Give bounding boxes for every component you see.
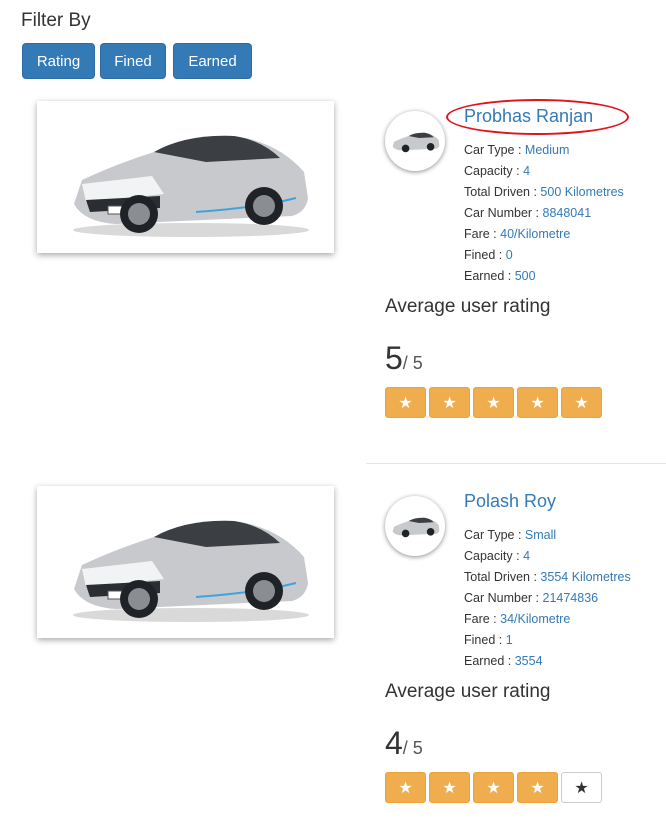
driver-name-link[interactable]: Polash Roy [464,491,556,512]
detail-value: Small [524,528,557,542]
rating-score: 5/ 5 [385,340,423,377]
detail-label: Car Type [464,143,515,157]
detail-earned: Earned : 500 [464,269,536,283]
filter-title: Filter By [21,10,91,31]
star-icon[interactable]: ★ [385,772,426,803]
detail-fare: Fare : 40/Kilometre [464,227,571,241]
detail-value: 40/Kilometre [500,227,571,241]
detail-label: Total Driven [464,570,530,584]
star-icon[interactable]: ★ [561,387,602,418]
rating-score: 4/ 5 [385,725,423,762]
detail-value: 500 Kilometres [540,185,624,199]
detail-label: Fare [464,227,490,241]
detail-value: 3554 Kilometres [540,570,631,584]
detail-value: 21474836 [542,591,599,605]
filter-earned-button[interactable]: Earned [173,43,252,79]
detail-capacity: Capacity : 4 [464,164,531,178]
star-icon[interactable]: ★ [385,387,426,418]
detail-value: 4 [523,549,531,563]
detail-value: 3554 [514,654,543,668]
average-rating-label: Average user rating [385,681,551,702]
detail-car-number: Car Number : 8848041 [464,206,592,220]
detail-total-driven: Total Driven : 3554 Kilometres [464,570,631,584]
avatar-car-image [392,517,440,538]
rating-max: / 5 [402,738,423,758]
detail-label: Car Type [464,528,515,542]
detail-label: Earned [464,269,505,283]
detail-label: Fined [464,633,496,647]
detail-value: 8848041 [542,206,592,220]
filter-rating-button[interactable]: Rating [22,43,95,79]
star-icon[interactable]: ★ [429,772,470,803]
filter-fined-button[interactable]: Fined [100,43,166,79]
detail-label: Fare [464,612,490,626]
rating-value: 5 [385,340,403,376]
star-icon[interactable]: ★ [473,387,514,418]
star-rating: ★ ★ ★ ★ ★ [385,772,602,803]
avatar-car-image [392,132,440,153]
detail-label: Earned [464,654,505,668]
star-icon[interactable]: ★ [473,772,514,803]
car-image-card [37,101,334,253]
detail-value: 500 [514,269,536,283]
detail-fare: Fare : 34/Kilometre [464,612,571,626]
star-icon[interactable]: ★ [517,387,558,418]
detail-value: Medium [524,143,570,157]
detail-value: 0 [505,248,513,262]
average-rating-label: Average user rating [385,296,551,317]
detail-car-type: Car Type : Medium [464,143,570,157]
detail-value: 34/Kilometre [500,612,571,626]
detail-fined: Fined : 0 [464,248,513,262]
detail-car-type: Car Type : Small [464,528,557,542]
detail-total-driven: Total Driven : 500 Kilometres [464,185,624,199]
detail-label: Fined [464,248,496,262]
detail-label: Capacity [464,549,513,563]
detail-label: Total Driven [464,185,530,199]
card-divider [366,463,666,464]
rating-max: / 5 [402,353,423,373]
detail-label: Car Number [464,206,533,220]
avatar [385,111,445,171]
name-highlight-circle [446,99,629,135]
star-icon[interactable]: ★ [517,772,558,803]
car-image [72,520,309,622]
detail-car-number: Car Number : 21474836 [464,591,599,605]
star-rating: ★ ★ ★ ★ ★ [385,387,602,418]
detail-label: Capacity [464,164,513,178]
car-image-card [37,486,334,638]
detail-value: 1 [505,633,513,647]
car-image [72,135,309,237]
detail-label: Car Number [464,591,533,605]
avatar [385,496,445,556]
detail-earned: Earned : 3554 [464,654,543,668]
rating-value: 4 [385,725,403,761]
star-icon[interactable]: ★ [561,772,602,803]
star-icon[interactable]: ★ [429,387,470,418]
detail-fined: Fined : 1 [464,633,513,647]
detail-value: 4 [523,164,531,178]
detail-capacity: Capacity : 4 [464,549,531,563]
